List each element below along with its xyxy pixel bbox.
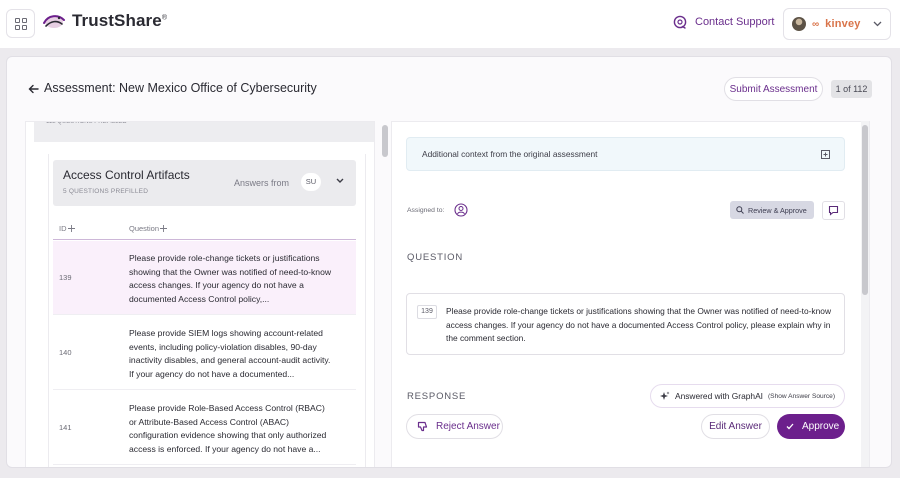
brand-name: TrustShare®	[72, 11, 168, 30]
action-bar: Reject Answer Edit Answer Approve	[392, 408, 869, 467]
grid-icon	[14, 17, 27, 30]
support-chat-icon	[673, 15, 687, 29]
account-org-name: kinvey	[825, 18, 861, 30]
arrow-left-icon[interactable]	[28, 84, 39, 94]
question-detail-pane: Additional context from the original ass…	[391, 121, 870, 467]
sparkle-icon	[660, 391, 670, 400]
context-text: Additional context from the original ass…	[422, 149, 598, 159]
response-heading: RESPONSE	[407, 391, 467, 402]
sort-icon	[160, 225, 168, 232]
assessment-card: Assessment: New Mexico Office of Cyberse…	[6, 56, 892, 468]
question-number-badge: 139	[417, 305, 437, 319]
reject-answer-button[interactable]: Reject Answer	[406, 414, 503, 439]
submit-assessment-button[interactable]: Submit Assessment	[724, 77, 823, 101]
question-list-pane[interactable]: 112 QUESTIONS PREFILLED Access Control A…	[25, 121, 375, 467]
chevron-down-icon	[873, 21, 882, 27]
question-id: 140	[59, 348, 72, 357]
question-box: 139 Please provide role-change tickets o…	[406, 293, 845, 355]
prefilled-summary-bar: 112 QUESTIONS PREFILLED	[34, 122, 374, 142]
column-question[interactable]: Question	[129, 224, 168, 233]
group-subtitle: 5 QUESTIONS PREFILLED	[63, 188, 149, 195]
table-row[interactable]: 141 Please provide Role-Based Access Con…	[53, 391, 356, 465]
question-id: 141	[59, 423, 72, 432]
avatar	[792, 17, 806, 31]
question-text: Please provide role-change tickets or ju…	[129, 253, 332, 304]
kinvey-logo-icon: ∞	[812, 18, 820, 30]
group-title: Access Control Artifacts	[63, 168, 190, 182]
question-counter: 1 of 112	[831, 80, 872, 98]
answers-from-avatar[interactable]: SU	[301, 173, 321, 191]
question-group: Access Control Artifacts 5 QUESTIONS PRE…	[48, 154, 366, 467]
table-row[interactable]: 139 Please provide role-change tickets o…	[53, 241, 356, 315]
question-text: Please provide SIEM logs showing account…	[129, 328, 331, 379]
answers-from-label: Answers from	[234, 178, 290, 188]
right-scrollbar[interactable]	[862, 125, 868, 295]
table-row[interactable]: 140 Please provide SIEM logs showing acc…	[53, 316, 356, 390]
graphai-label: Answered with GraphAI	[675, 391, 763, 401]
group-header[interactable]: Access Control Artifacts 5 QUESTIONS PRE…	[53, 160, 356, 206]
question-heading: QUESTION	[407, 252, 464, 263]
show-answer-source-link[interactable]: (Show Answer Source)	[768, 393, 835, 400]
brand[interactable]: TrustShare®	[42, 11, 167, 31]
edit-answer-button[interactable]: Edit Answer	[701, 414, 770, 439]
thumbs-down-icon	[417, 421, 428, 432]
question-id: 139	[59, 273, 72, 282]
trustshare-logo-icon	[43, 15, 65, 28]
search-icon	[736, 206, 744, 214]
graphai-answer-badge[interactable]: Answered with GraphAI (Show Answer Sourc…	[650, 384, 845, 408]
comment-button[interactable]	[822, 201, 845, 220]
top-bar: TrustShare® Contact Support ∞ kinvey	[0, 0, 900, 48]
account-switcher[interactable]: ∞ kinvey	[783, 8, 891, 40]
table-header: ID Question	[53, 216, 356, 240]
check-icon	[786, 423, 794, 430]
sort-icon	[67, 225, 75, 232]
comment-icon	[828, 205, 839, 216]
app-switcher-button[interactable]	[6, 9, 35, 38]
column-id[interactable]: ID	[59, 224, 75, 233]
contact-support-link[interactable]: Contact Support	[673, 15, 775, 29]
context-panel[interactable]: Additional context from the original ass…	[406, 137, 845, 171]
page-title: Assessment: New Mexico Office of Cyberse…	[44, 81, 317, 95]
question-text: Please provide Role-Based Access Control…	[129, 403, 327, 454]
contact-support-label: Contact Support	[695, 16, 775, 28]
page-header: Assessment: New Mexico Office of Cyberse…	[7, 57, 891, 119]
expand-icon[interactable]	[821, 150, 830, 159]
question-full-text: Please provide role-change tickets or ju…	[446, 306, 831, 344]
assigned-to-label: Assigned to:	[407, 207, 445, 214]
chevron-down-icon[interactable]	[336, 178, 344, 184]
review-approve-button[interactable]: Review & Approve	[730, 201, 814, 219]
assign-user-icon[interactable]	[454, 203, 468, 217]
approve-button[interactable]: Approve	[777, 414, 845, 439]
left-scrollbar[interactable]	[382, 125, 388, 157]
